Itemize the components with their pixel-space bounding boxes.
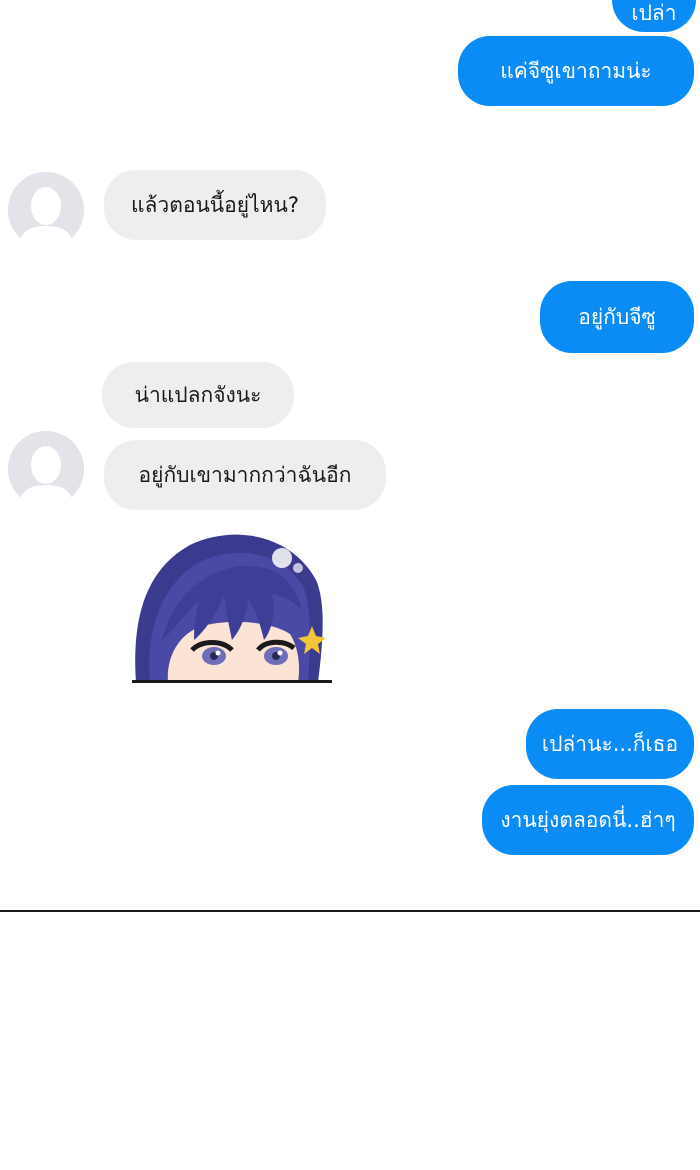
peeking-girl-sticker [132,530,332,685]
outgoing-message: เปล่า [612,0,696,32]
avatar [8,431,84,507]
message-text: น่าแปลกจังนะ [134,382,262,407]
outgoing-message: แค่จีซูเขาถามน่ะ [458,36,694,106]
panel-divider [0,910,700,912]
outgoing-message: เปล่านะ...ก็เธอ [526,709,694,779]
message-text: อยู่กับจีซู [578,304,656,329]
default-user-silhouette-icon [8,172,84,248]
incoming-message: น่าแปลกจังนะ [102,362,294,428]
incoming-message: แล้วตอนนี้อยู่ไหน? [104,170,326,240]
message-text: แล้วตอนนี้อยู่ไหน? [131,192,299,217]
message-text: อยู่กับเขามากกว่าฉันอีก [138,462,352,487]
message-text: งานยุ่งตลอดนี่..ฮ่าๆ [500,807,676,832]
outgoing-message: อยู่กับจีซู [540,281,694,353]
message-text: เปล่า [631,0,677,25]
incoming-message: อยู่กับเขามากกว่าฉันอีก [104,440,386,510]
default-user-silhouette-icon [8,431,84,507]
message-text: แค่จีซูเขาถามน่ะ [500,58,652,83]
outgoing-message: งานยุ่งตลอดนี่..ฮ่าๆ [482,785,694,855]
message-text: เปล่านะ...ก็เธอ [541,731,679,756]
avatar [8,172,84,248]
